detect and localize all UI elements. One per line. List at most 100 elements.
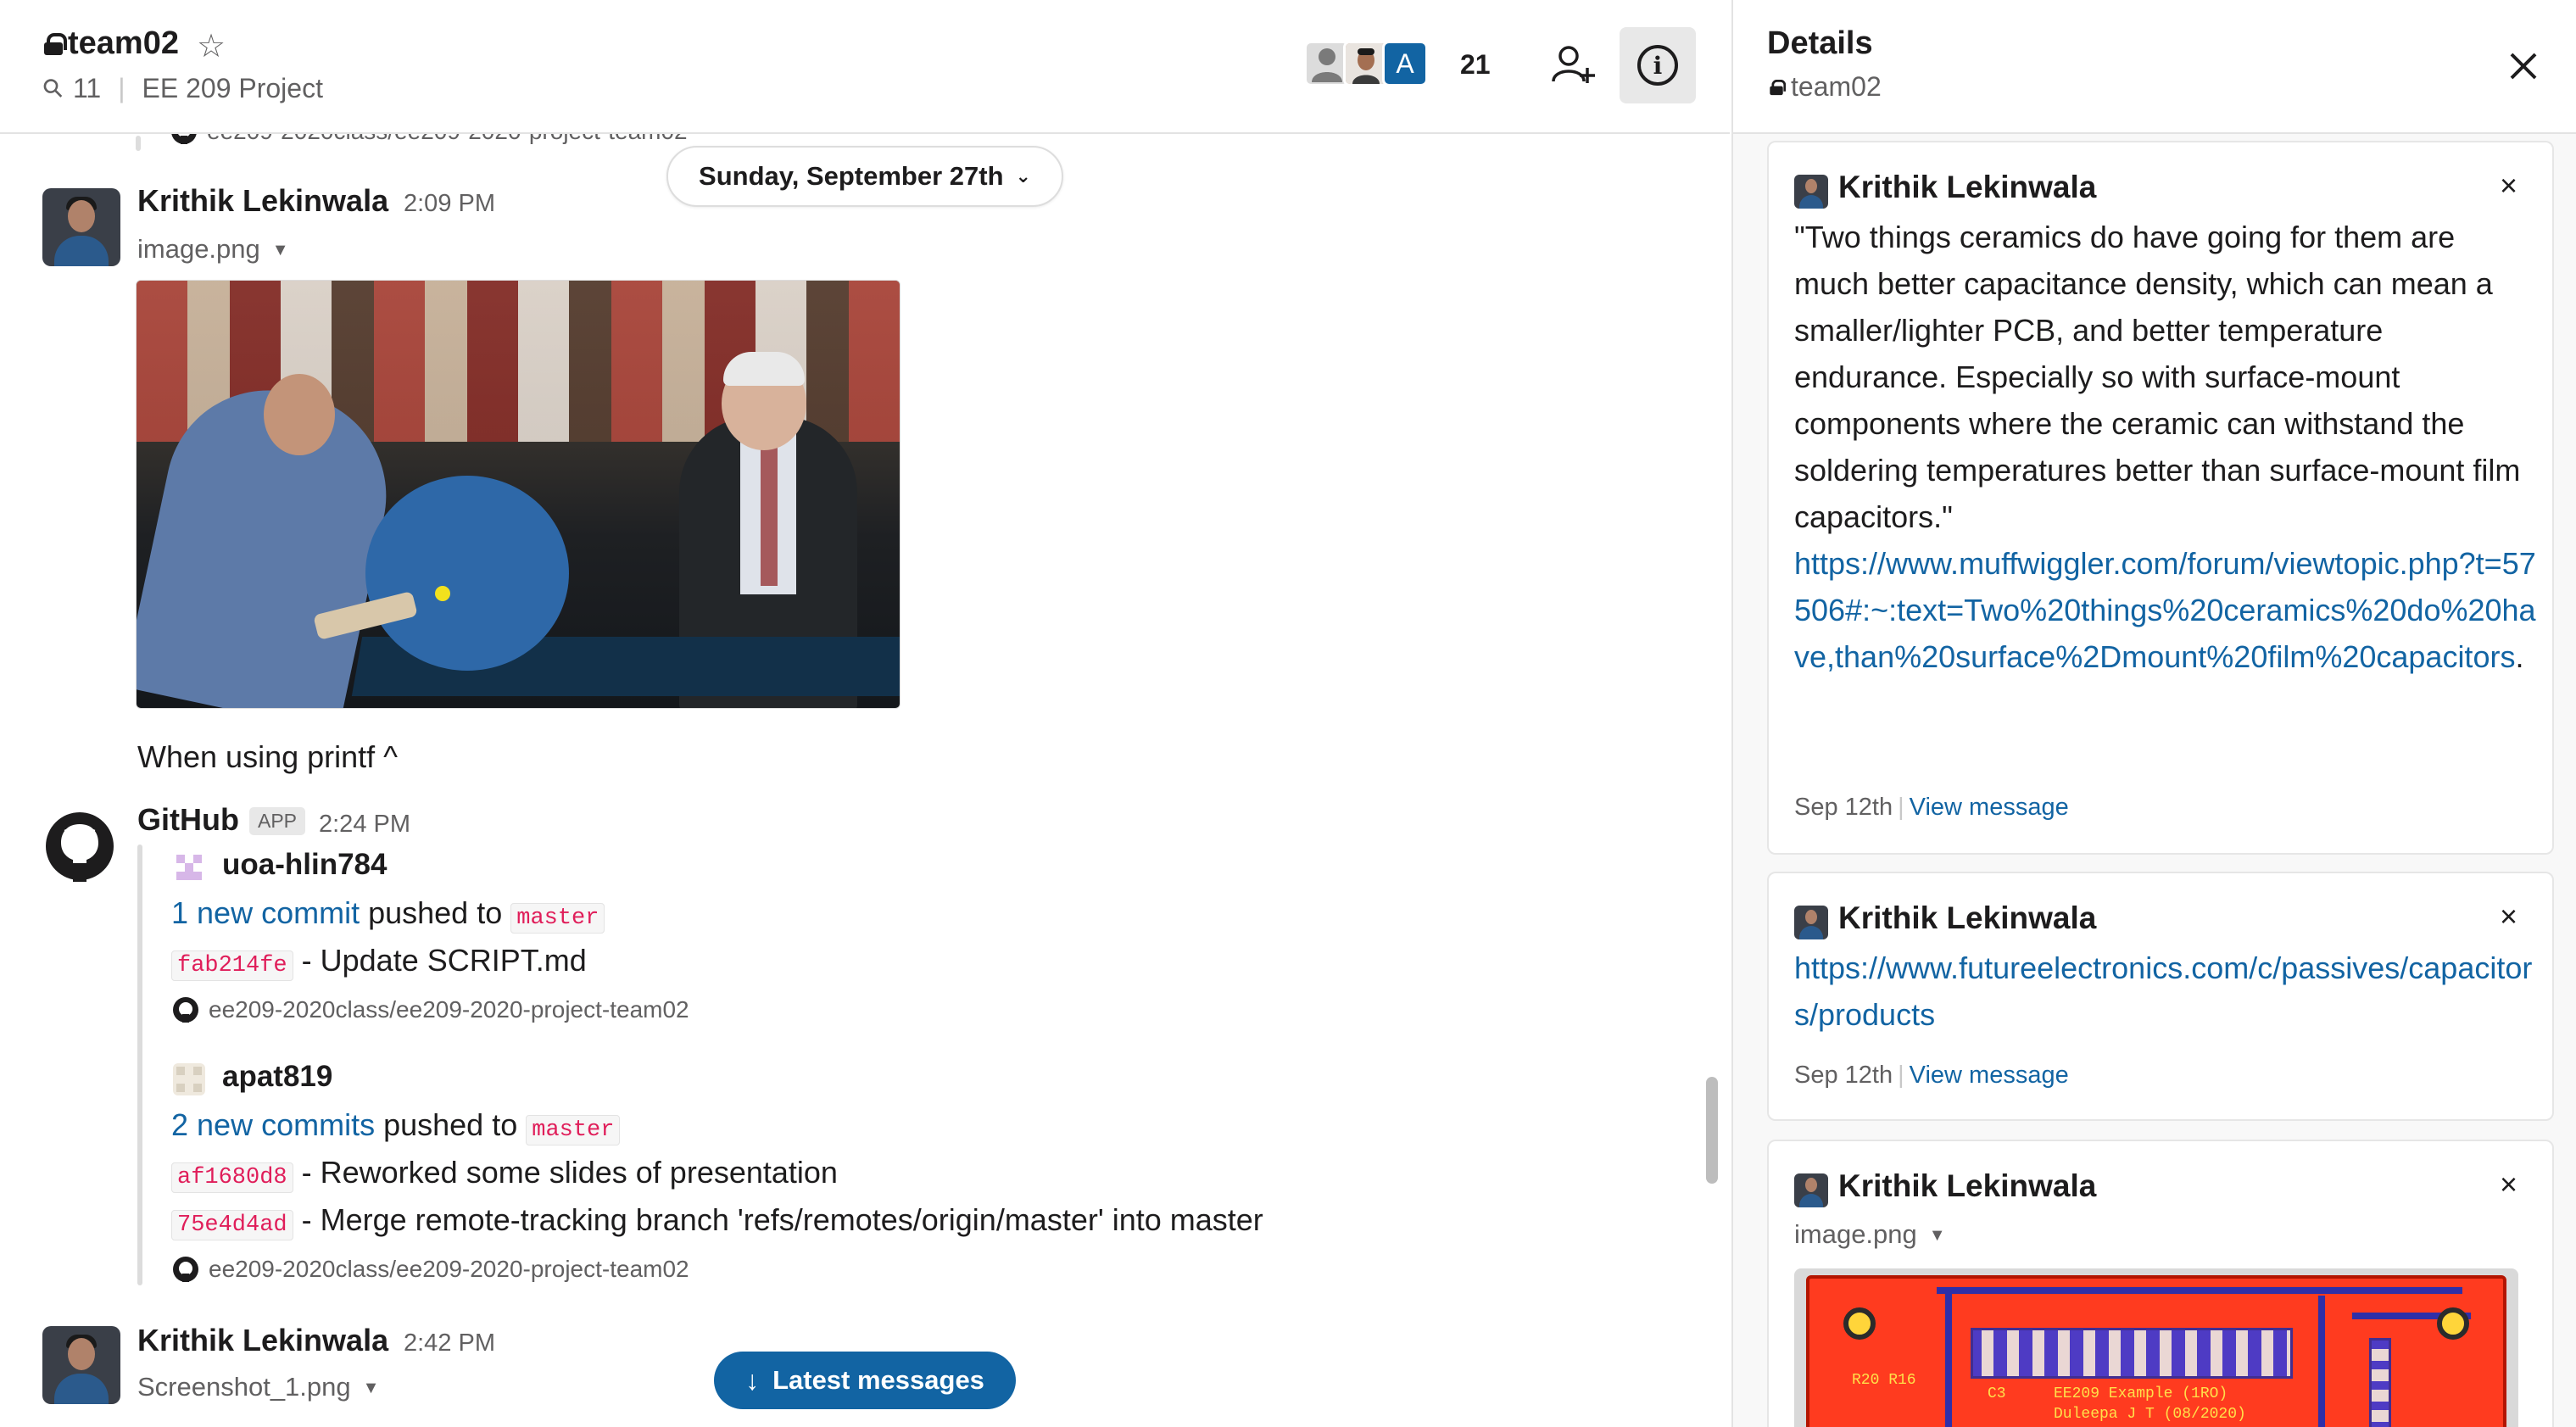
date-divider-button[interactable]: Sunday, September 27th ⌄	[666, 146, 1063, 207]
chevron-down-icon: ⌄	[1015, 165, 1031, 187]
close-icon[interactable]: ×	[2500, 168, 2517, 203]
lock-icon	[1770, 79, 1787, 95]
details-title: Details	[1767, 25, 1873, 61]
latest-messages-button[interactable]: ↓ Latest messages	[714, 1352, 1016, 1409]
pinned-count[interactable]: 11	[73, 73, 101, 104]
message-list[interactable]: ee209-2020class/ee209-2020-project-team0…	[0, 118, 1730, 1427]
pinned-card[interactable]: Krithik Lekinwala × "Two things ceramics…	[1767, 141, 2554, 855]
avatar[interactable]	[42, 1326, 120, 1404]
star-icon[interactable]: ☆	[197, 27, 226, 65]
caret-down-icon: ▼	[1928, 1226, 1946, 1246]
avatar[interactable]	[42, 188, 120, 266]
commit-row: 75e4d4ad - Merge remote-tracking branch …	[171, 1202, 1263, 1240]
message-author[interactable]: Krithik Lekinwala	[137, 1323, 388, 1358]
pin-author[interactable]: Krithik Lekinwala	[1838, 900, 2096, 936]
file-name: image.png	[137, 234, 260, 264]
commit-message: - Reworked some slides of presentation	[301, 1155, 838, 1190]
message-time[interactable]: 2:24 PM	[319, 811, 410, 839]
branch-code: master	[510, 903, 605, 934]
identicon-avatar[interactable]	[173, 851, 205, 884]
close-icon[interactable]: ×	[2500, 1167, 2517, 1202]
attachment-bar	[136, 136, 141, 151]
github-icon[interactable]	[44, 811, 115, 882]
view-message-link[interactable]: View message	[1910, 1062, 2069, 1089]
close-icon[interactable]	[2498, 41, 2549, 92]
commit-sha[interactable]: fab214fe	[171, 950, 293, 981]
close-icon[interactable]: ×	[2500, 899, 2517, 934]
message-author[interactable]: GitHub	[137, 802, 239, 838]
pin-icon[interactable]: ⚲	[36, 71, 70, 105]
summary-text: pushed to	[383, 1107, 518, 1142]
member-initial: A	[1396, 47, 1414, 79]
commit-row: af1680d8 - Reworked some slides of prese…	[171, 1155, 838, 1193]
latest-label: Latest messages	[772, 1365, 984, 1395]
message-author[interactable]: Krithik Lekinwala	[137, 183, 388, 219]
commit-link[interactable]: 1 new commit	[171, 895, 360, 930]
identicon-avatar[interactable]	[173, 1063, 205, 1095]
member-avatar: A	[1382, 41, 1428, 86]
commit-summary: 1 new commit pushed to master	[171, 895, 605, 934]
channel-topic[interactable]: EE 209 Project	[142, 73, 323, 104]
details-button[interactable]: i	[1620, 27, 1696, 103]
message-time[interactable]: 2:42 PM	[404, 1329, 495, 1357]
github-icon	[173, 997, 198, 1023]
commit-link[interactable]: 2 new commits	[171, 1107, 375, 1142]
channel-name-button[interactable]: team02	[44, 25, 179, 62]
avatar	[1794, 906, 1828, 939]
commit-author[interactable]: apat819	[222, 1060, 332, 1094]
pcb-label: Duleepa J T (08/2020)	[2054, 1406, 2246, 1423]
pin-author[interactable]: Krithik Lekinwala	[1838, 170, 2096, 205]
file-name: image.png	[1794, 1219, 1917, 1249]
pcb-label: C3	[1988, 1385, 2006, 1402]
member-count[interactable]: 21	[1460, 49, 1491, 81]
file-label[interactable]: image.png ▼	[1794, 1219, 1946, 1250]
pin-date: Sep 12th	[1794, 794, 1893, 821]
pcb-label: EE209 Example (1RO)	[2054, 1385, 2228, 1402]
pinned-card[interactable]: Krithik Lekinwala × https://www.futureel…	[1767, 872, 2554, 1121]
pinned-card[interactable]: Krithik Lekinwala × image.png ▼ R20 R16 C…	[1767, 1140, 2554, 1427]
branch-code: master	[526, 1115, 621, 1146]
repo-name: ee209-2020class/ee209-2020-project-team0…	[209, 1256, 689, 1282]
commit-sha[interactable]: af1680d8	[171, 1162, 293, 1193]
pin-link[interactable]: https://www.futureelectronics.com/c/pass…	[1794, 950, 2532, 1032]
pin-author[interactable]: Krithik Lekinwala	[1838, 1168, 2096, 1204]
repo-line[interactable]: ee209-2020class/ee209-2020-project-team0…	[171, 1255, 689, 1284]
commit-message: - Update SCRIPT.md	[301, 943, 587, 978]
scrollbar-thumb[interactable]	[1706, 1077, 1718, 1184]
pin-body: https://www.futureelectronics.com/c/pass…	[1794, 945, 2537, 1038]
avatar	[1794, 1173, 1828, 1207]
github-icon	[173, 1257, 198, 1282]
details-header: Details team02	[1733, 0, 2576, 134]
channel-meta: ⚲ 11 | EE 209 Project	[37, 72, 323, 105]
file-label[interactable]: image.png ▼	[137, 234, 289, 265]
details-channel-name: team02	[1791, 71, 1882, 102]
arrow-down-icon: ↓	[745, 1364, 760, 1396]
commit-author[interactable]: uoa-hlin784	[222, 848, 387, 882]
pin-date: Sep 12th	[1794, 1062, 1893, 1089]
pcb-image[interactable]: R20 R16 C3 EE209 Example (1RO) Duleepa J…	[1794, 1268, 2518, 1427]
caret-down-icon: ▼	[271, 241, 289, 260]
view-message-link[interactable]: View message	[1910, 794, 2069, 821]
message-time[interactable]: 2:09 PM	[404, 190, 495, 218]
pin-footer: Sep 12th | View message	[1794, 1062, 2069, 1089]
image-attachment[interactable]	[136, 280, 900, 709]
repo-line[interactable]: ee209-2020class/ee209-2020-project-team0…	[171, 995, 689, 1024]
commit-sha[interactable]: 75e4d4ad	[171, 1210, 293, 1240]
details-pane: Details team02 Krithik Lekinwala × "Two …	[1731, 0, 2576, 1427]
user-icon	[1312, 48, 1342, 82]
link-suffix: .	[2515, 639, 2524, 674]
caret-down-icon: ▼	[362, 1379, 380, 1398]
commit-summary: 2 new commits pushed to master	[171, 1107, 621, 1146]
info-icon: i	[1637, 45, 1678, 86]
pin-footer: Sep 12th | View message	[1794, 794, 2069, 821]
channel-pane: team02 ☆ ⚲ 11 | EE 209 Project A 21 i Su…	[0, 0, 1730, 1427]
file-label[interactable]: Screenshot_1.png ▼	[137, 1372, 379, 1402]
pcb-label: R20 R16	[1852, 1372, 1916, 1389]
member-avatars[interactable]: A	[1304, 41, 1428, 86]
file-name: Screenshot_1.png	[137, 1372, 351, 1402]
pin-link[interactable]: https://www.muffwiggler.com/forum/viewto…	[1794, 546, 2536, 674]
add-user-icon[interactable]	[1548, 39, 1599, 90]
details-channel: team02	[1767, 71, 1882, 103]
meta-separator: |	[118, 73, 125, 103]
person-photo	[1346, 43, 1386, 84]
